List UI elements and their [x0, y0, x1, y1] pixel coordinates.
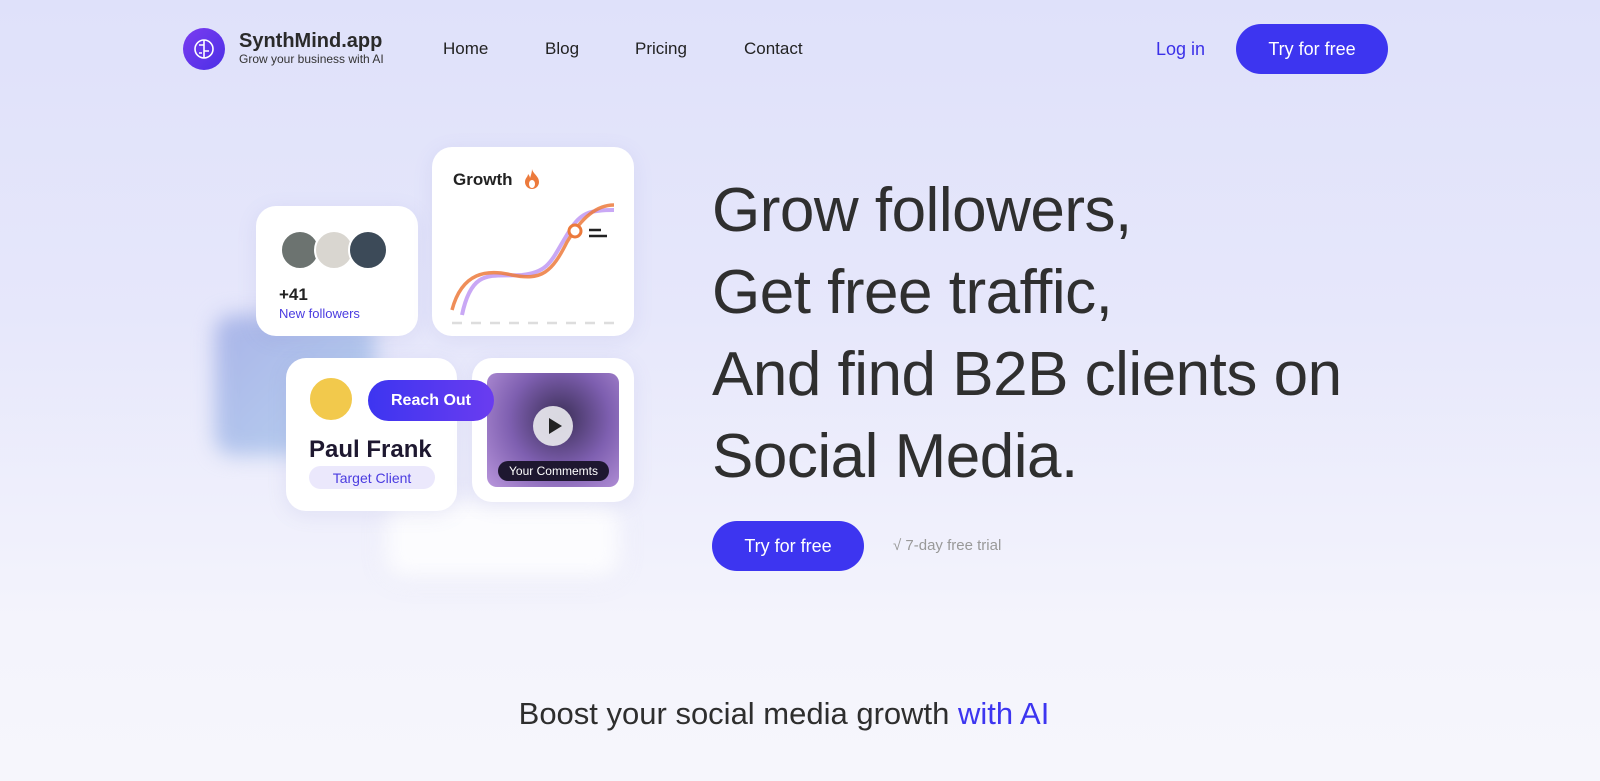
series-line: [460, 208, 615, 316]
target-client-badge: Target Client: [309, 466, 435, 489]
section-heading: Boost your social media growth with AI: [0, 696, 1568, 732]
client-avatar: [308, 376, 354, 422]
nav-pricing[interactable]: Pricing: [635, 39, 687, 59]
brain-gear-icon: [194, 39, 214, 59]
try-free-nav-button[interactable]: Try for free: [1236, 24, 1388, 74]
growth-chart: [450, 203, 615, 325]
followers-label: New followers: [279, 306, 360, 321]
nav-home[interactable]: Home: [443, 39, 488, 59]
client-name: Paul Frank: [309, 436, 432, 463]
try-free-hero-button[interactable]: Try for free: [712, 521, 864, 571]
nav-blog[interactable]: Blog: [545, 39, 579, 59]
avatar: [348, 230, 388, 270]
hero-line: Get free traffic,: [712, 258, 1113, 327]
video-label: Your Commemts: [498, 461, 609, 481]
login-link[interactable]: Log in: [1156, 39, 1205, 60]
reach-out-button[interactable]: Reach Out: [368, 380, 494, 421]
hero-line: And find B2B clients on: [712, 340, 1342, 409]
growth-card: Growth: [432, 147, 634, 336]
trial-note: √ 7-day free trial: [893, 537, 1002, 554]
hero-line: Social Media.: [712, 422, 1078, 491]
followers-count: +41: [279, 285, 308, 304]
video-thumbnail[interactable]: Your Commemts: [487, 373, 619, 487]
brand-logo[interactable]: [183, 28, 225, 70]
series-line: [450, 203, 615, 311]
brand-name[interactable]: SynthMind.app: [239, 30, 382, 53]
nav-contact[interactable]: Contact: [744, 39, 803, 59]
hero-line: Grow followers,: [712, 176, 1132, 245]
brand-tagline: Grow your business with AI: [239, 52, 384, 66]
blurred-card: [385, 500, 620, 578]
data-point: [567, 223, 583, 239]
followers-card: +41 New followers: [256, 206, 418, 336]
video-card: Your Commemts: [472, 358, 634, 502]
heading-accent: with AI: [958, 696, 1050, 731]
hero-headline: Grow followers, Get free traffic, And fi…: [712, 170, 1342, 498]
heading-text: Boost your social media growth: [518, 696, 959, 731]
play-icon[interactable]: [533, 406, 573, 446]
